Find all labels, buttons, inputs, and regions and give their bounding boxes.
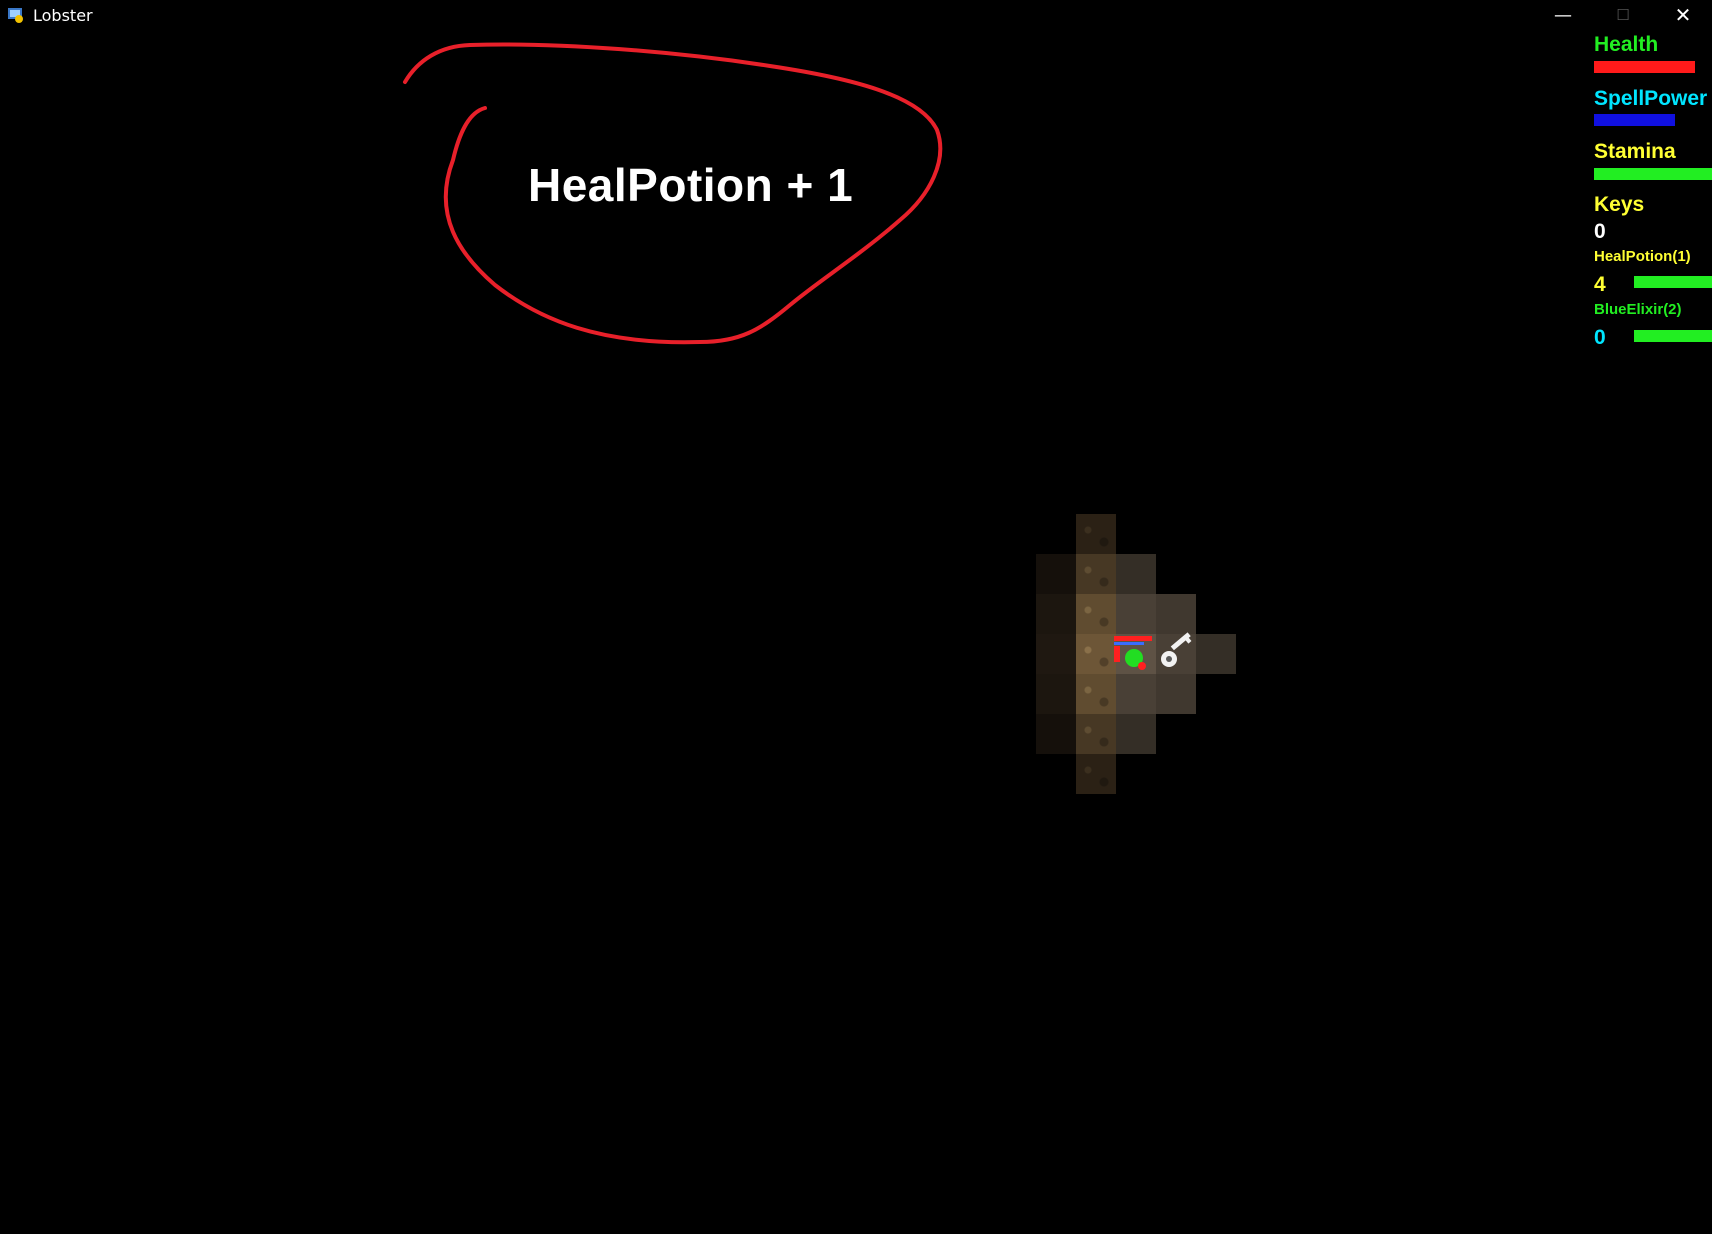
player-icon xyxy=(1114,636,1152,670)
healpotion-bar xyxy=(1634,276,1712,288)
floor-tile xyxy=(1076,674,1116,714)
hud-panel: Health SpellPower Stamina Keys 0 HealPot… xyxy=(1594,30,1712,360)
health-label: Health xyxy=(1594,33,1659,56)
floor-tile xyxy=(1036,674,1076,714)
floor-tile xyxy=(1116,554,1156,594)
key-icon xyxy=(1161,632,1192,667)
floor-tile xyxy=(1156,594,1196,634)
spellpower-label: SpellPower xyxy=(1594,87,1708,110)
floor-tile xyxy=(1076,754,1116,794)
spellpower-bar xyxy=(1594,114,1675,126)
stamina-bar xyxy=(1594,168,1712,180)
pickup-message: HealPotion + 1 xyxy=(528,159,854,211)
keys-label: Keys xyxy=(1594,193,1645,216)
floor-tile xyxy=(1076,714,1116,754)
floor-tile xyxy=(1196,634,1236,674)
stamina-label: Stamina xyxy=(1594,140,1676,163)
floor-tile xyxy=(1076,634,1116,674)
annotation-scribble xyxy=(403,42,943,345)
floor-tile xyxy=(1116,594,1156,634)
healpotion-count: 4 xyxy=(1594,273,1606,296)
floor-tile xyxy=(1036,594,1076,634)
floor-tile xyxy=(1116,674,1156,714)
floor-tile xyxy=(1036,714,1076,754)
floor-tile xyxy=(1076,594,1116,634)
blueelixir-bar xyxy=(1634,330,1712,342)
blueelixir-count: 0 xyxy=(1594,326,1606,349)
floor-tile xyxy=(1156,674,1196,714)
health-bar xyxy=(1594,61,1695,73)
healpotion-label: HealPotion(1) xyxy=(1594,248,1691,265)
floor-tile xyxy=(1116,714,1156,754)
floor-tile xyxy=(1036,634,1076,674)
floor-tile xyxy=(1076,554,1116,594)
floor-tile xyxy=(1036,554,1076,594)
keys-value: 0 xyxy=(1594,220,1606,243)
blueelixir-label: BlueElixir(2) xyxy=(1594,301,1682,318)
floor-tile xyxy=(1076,514,1116,554)
